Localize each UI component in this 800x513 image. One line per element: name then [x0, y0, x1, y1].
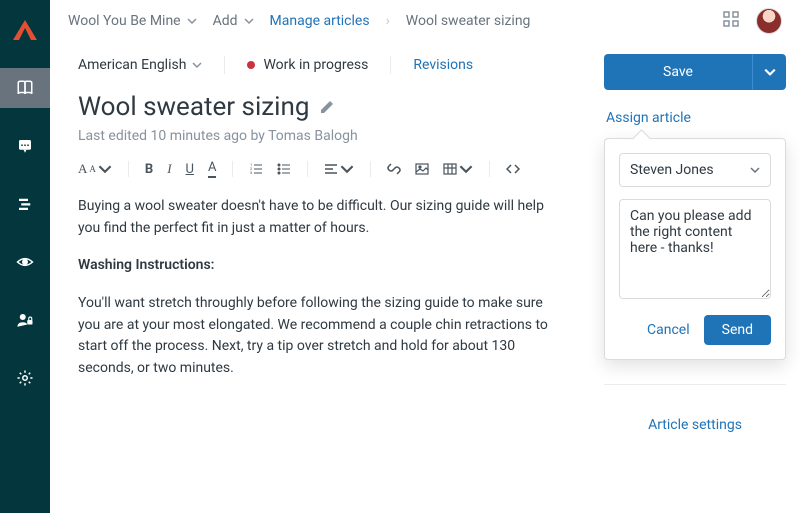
last-edited-meta: Last edited 10 minutes ago by Tomas Balo… — [78, 128, 562, 144]
chevron-down-icon — [750, 165, 760, 175]
breadcrumb-manage[interactable]: Manage articles — [270, 13, 370, 29]
editor-area: American English Work in progress Revisi… — [50, 42, 590, 513]
nav-user-permissions[interactable] — [0, 300, 50, 340]
article-settings-link[interactable]: Article settings — [604, 405, 786, 433]
left-rail — [0, 0, 50, 513]
send-button[interactable]: Send — [704, 315, 771, 345]
image-button[interactable] — [415, 162, 429, 176]
assign-note-textarea[interactable] — [619, 199, 771, 299]
nav-articles[interactable] — [0, 68, 50, 108]
font-size-dropdown[interactable]: AA — [78, 161, 112, 177]
avatar[interactable] — [756, 8, 782, 34]
article-title[interactable]: Wool sweater sizing — [78, 92, 562, 122]
assignee-value: Steven Jones — [630, 162, 714, 178]
assign-popover: Steven Jones Cancel Send — [604, 138, 786, 360]
logo[interactable] — [0, 10, 50, 50]
save-split-button[interactable] — [752, 54, 786, 90]
topbar: Wool You Be Mine Add Manage articles › W… — [50, 0, 800, 42]
link-button[interactable] — [387, 162, 401, 176]
svg-text:3: 3 — [250, 170, 252, 175]
add-dropdown[interactable]: Add — [213, 13, 254, 29]
workspace-dropdown[interactable]: Wool You Be Mine — [68, 13, 197, 29]
unordered-list-button[interactable] — [277, 162, 291, 176]
code-button[interactable] — [506, 162, 520, 176]
breadcrumb-current: Wool sweater sizing — [406, 13, 531, 29]
status-dot-icon — [247, 61, 255, 69]
bold-button[interactable]: B — [145, 162, 153, 177]
nav-settings[interactable] — [0, 358, 50, 398]
cancel-button[interactable]: Cancel — [647, 322, 690, 338]
language-dropdown[interactable]: American English — [78, 57, 202, 73]
pencil-icon[interactable] — [319, 99, 335, 115]
status-wip: Work in progress — [247, 57, 368, 73]
add-label: Add — [213, 13, 238, 29]
editor-toolbar: AA B I U A 123 — [78, 160, 562, 188]
revisions-link[interactable]: Revisions — [413, 57, 473, 73]
nav-arrange[interactable] — [0, 184, 50, 224]
workspace-name: Wool You Be Mine — [68, 13, 181, 29]
align-dropdown[interactable] — [324, 162, 354, 176]
body-paragraph: You'll want stretch throughly before fol… — [78, 293, 548, 380]
right-panel: Save Assign article Steven Jones Cancel … — [590, 42, 800, 513]
underline-button[interactable]: U — [186, 162, 194, 177]
nav-preview[interactable] — [0, 242, 50, 282]
ordered-list-button[interactable]: 123 — [249, 162, 263, 176]
text-color-button[interactable]: A — [208, 160, 216, 178]
breadcrumb-separator: › — [386, 13, 390, 29]
nav-announcements[interactable] — [0, 126, 50, 166]
table-dropdown[interactable] — [443, 162, 473, 176]
body-paragraph: Buying a wool sweater doesn't have to be… — [78, 196, 548, 239]
assign-article-link[interactable]: Assign article — [604, 110, 786, 126]
save-button[interactable]: Save — [604, 54, 752, 90]
article-body[interactable]: Buying a wool sweater doesn't have to be… — [78, 196, 548, 380]
italic-button[interactable]: I — [167, 161, 171, 177]
assignee-select[interactable]: Steven Jones — [619, 153, 771, 187]
apps-icon[interactable] — [722, 10, 740, 32]
body-heading: Washing Instructions: — [78, 255, 548, 277]
